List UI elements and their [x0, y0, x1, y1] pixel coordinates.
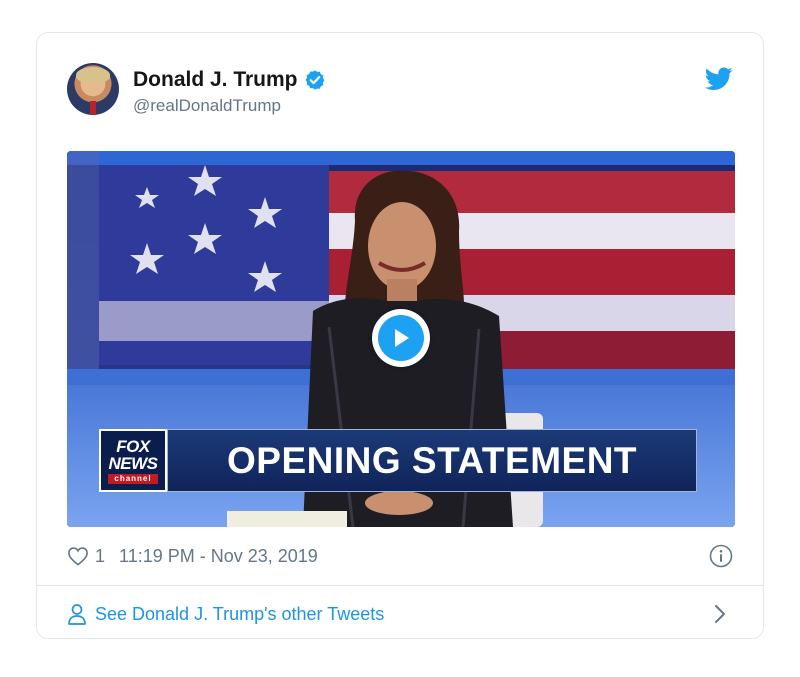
person-icon: [68, 604, 86, 625]
embedded-tweet-card: Donald J. Trump @realDonaldTrump FOX NEW…: [36, 32, 764, 639]
like-count[interactable]: 1: [95, 546, 105, 567]
video-thumbnail[interactable]: FOX NEWS channel OPENING STATEMENT: [67, 151, 735, 527]
other-tweets-label[interactable]: See Donald J. Trump's other Tweets: [95, 604, 384, 625]
footer-divider: [37, 585, 763, 586]
verified-badge-icon: [305, 70, 324, 90]
info-icon[interactable]: [709, 544, 733, 568]
avatar[interactable]: [67, 63, 119, 115]
tweet-meta-row: 1 11:19 PM - Nov 23, 2019: [67, 541, 733, 571]
author-display-name[interactable]: Donald J. Trump: [133, 67, 298, 93]
tweet-timestamp[interactable]: 11:19 PM - Nov 23, 2019: [119, 546, 318, 567]
fox-news-logo: FOX NEWS channel: [99, 429, 167, 492]
lower-third-title: OPENING STATEMENT: [167, 429, 697, 492]
play-button[interactable]: [372, 309, 430, 367]
twitter-bird-icon[interactable]: [705, 67, 733, 91]
author-info[interactable]: Donald J. Trump @realDonaldTrump: [133, 67, 326, 117]
play-icon: [395, 329, 409, 347]
other-tweets-link[interactable]: See Donald J. Trump's other Tweets: [67, 599, 733, 629]
chevron-right-icon[interactable]: [713, 604, 727, 624]
author-handle[interactable]: @realDonaldTrump: [133, 95, 326, 117]
tweet-header: Donald J. Trump @realDonaldTrump: [67, 63, 733, 119]
news-lower-third: FOX NEWS channel OPENING STATEMENT: [99, 429, 697, 492]
heart-icon[interactable]: [67, 546, 89, 566]
